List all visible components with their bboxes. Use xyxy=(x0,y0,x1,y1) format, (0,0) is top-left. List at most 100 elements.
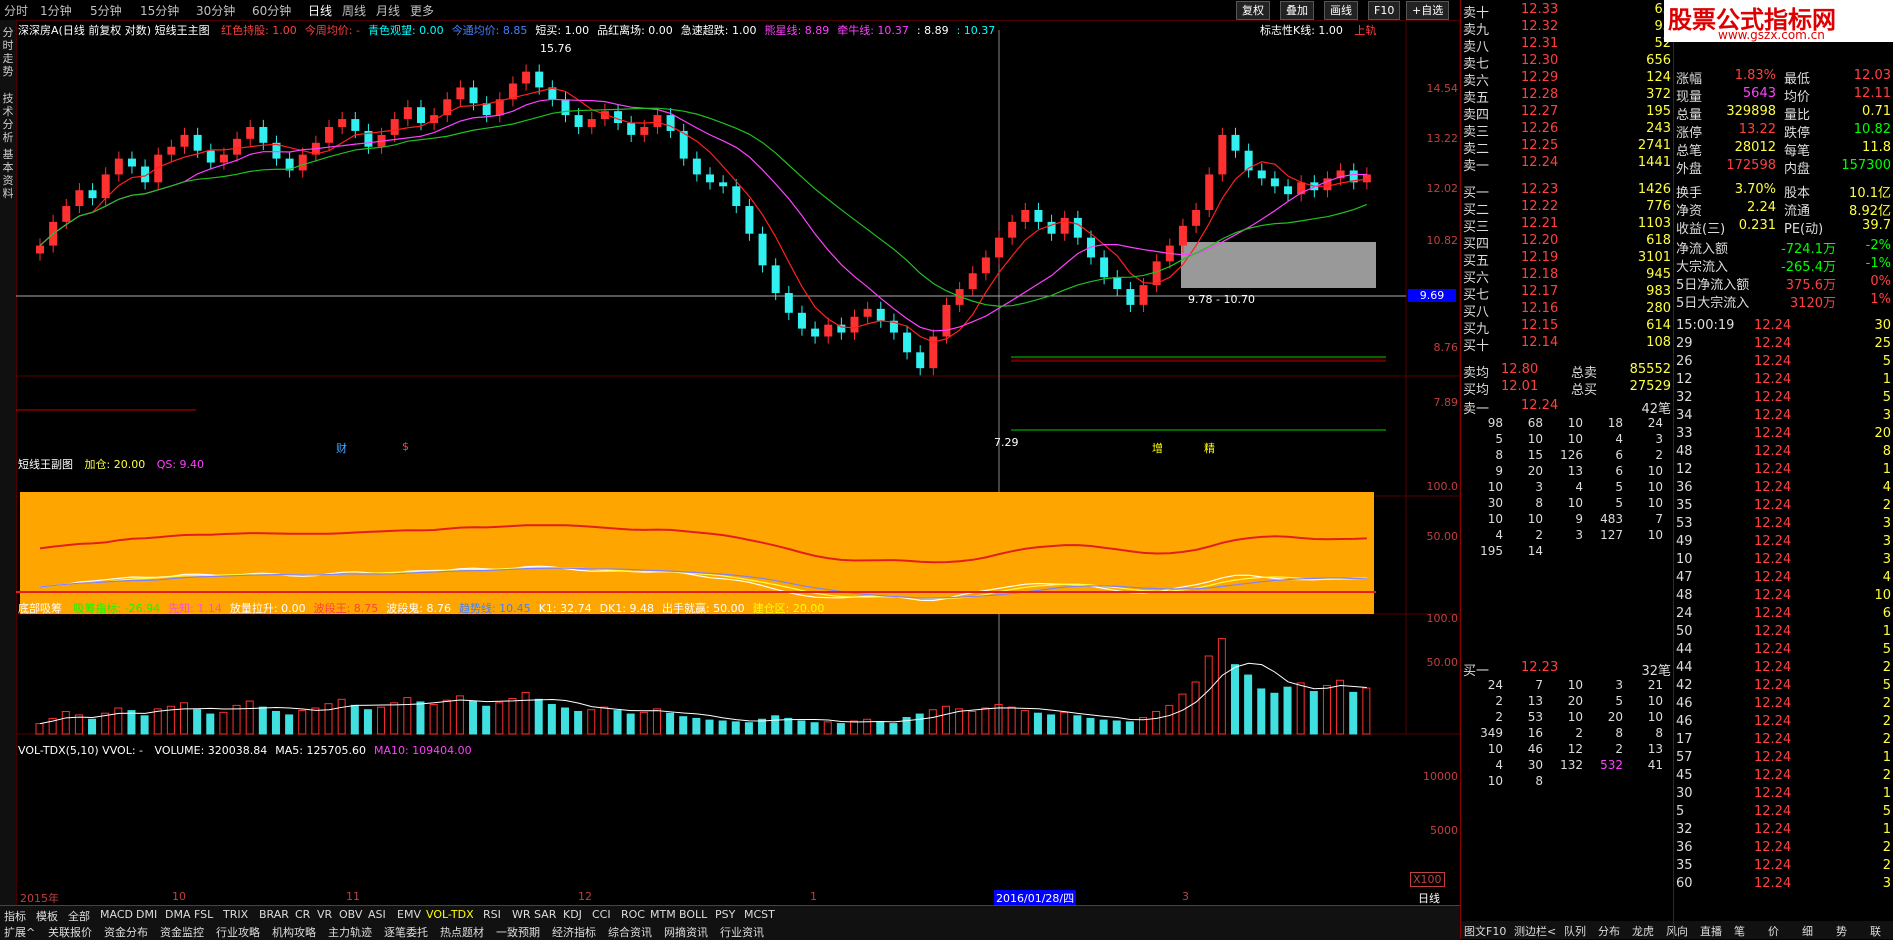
ask-volume: 2741 xyxy=(1637,138,1671,153)
tab-intraday[interactable]: 分时 xyxy=(4,2,28,19)
indicator-tab[interactable]: ROC xyxy=(621,908,645,921)
candle-body xyxy=(561,99,570,116)
add-watchlist-button[interactable]: +自选 xyxy=(1406,1,1450,20)
ask-level[interactable]: 卖九 12.32 93 xyxy=(1463,19,1671,38)
ask-level[interactable]: 卖十 12.33 65 xyxy=(1463,2,1671,21)
tab-more[interactable]: 更多 xyxy=(410,2,434,19)
info-tab[interactable]: 扩展^ xyxy=(4,924,35,940)
queue-order: 14 xyxy=(1527,544,1543,558)
info-tab[interactable]: 主力轨迹 xyxy=(328,924,372,940)
tab-60min[interactable]: 60分钟 xyxy=(252,2,291,19)
indicator-tab[interactable]: 全部 xyxy=(68,908,90,924)
bid-level[interactable]: 买四 12.20 618 xyxy=(1463,233,1671,252)
tab-daily[interactable]: 日线 xyxy=(308,2,332,19)
sub2-title[interactable]: 底部吸筹 xyxy=(18,602,62,615)
ask-level[interactable]: 卖三 12.26 243 xyxy=(1463,121,1671,140)
main-chart-title[interactable]: 深深房A(日线 前复权 对数) 短线王主图 xyxy=(18,24,210,37)
candle-body xyxy=(903,332,912,353)
overlay-button[interactable]: 叠加 xyxy=(1280,1,1314,20)
indicator-tab[interactable]: 模板 xyxy=(36,908,58,924)
tab-30min[interactable]: 30分钟 xyxy=(196,2,235,19)
indicator-tab[interactable]: KDJ xyxy=(563,908,582,921)
ask-level[interactable]: 卖六 12.29 124 xyxy=(1463,70,1671,89)
low-price-label: 7.29 xyxy=(994,436,1019,449)
indicator-tab[interactable]: CR xyxy=(295,908,310,921)
sub1-title[interactable]: 短线王副图 xyxy=(18,458,73,471)
chart-area[interactable] xyxy=(16,20,1460,905)
quote-row: 总量 329898 量比 0.71 xyxy=(1676,104,1891,123)
bid-level[interactable]: 买五 12.19 3101 xyxy=(1463,250,1671,269)
tab-weekly[interactable]: 周线 xyxy=(342,2,366,19)
indicator-tab[interactable]: SAR xyxy=(534,908,556,921)
indicator-tab[interactable]: CCI xyxy=(592,908,611,921)
indicator-tab[interactable]: FSL xyxy=(194,908,213,921)
volume-bar xyxy=(666,712,675,735)
tab-1min[interactable]: 1分钟 xyxy=(40,2,72,19)
ask-level[interactable]: 卖五 12.28 372 xyxy=(1463,87,1671,106)
indicator-tab[interactable]: VOL-TDX xyxy=(426,908,474,921)
indicator-tab[interactable]: OBV xyxy=(339,908,362,921)
info-tab[interactable]: 网摘资讯 xyxy=(664,924,708,940)
ask-level[interactable]: 卖一 12.24 1441 xyxy=(1463,155,1671,174)
indicator-tab[interactable]: MTM xyxy=(650,908,676,921)
info-tab[interactable]: 行业攻略 xyxy=(216,924,260,940)
info-tab[interactable]: 经济指标 xyxy=(552,924,596,940)
queue-order: 10 xyxy=(1647,528,1663,542)
indicator-tab[interactable]: BOLL xyxy=(679,908,707,921)
queue-order: 3 xyxy=(1615,678,1623,692)
f10-button[interactable]: F10 xyxy=(1368,1,1401,20)
indicator-tab[interactable]: MACD xyxy=(100,908,133,921)
tab-monthly[interactable]: 月线 xyxy=(376,2,400,19)
candle-body xyxy=(1270,178,1279,187)
draw-button[interactable]: 画线 xyxy=(1324,1,1358,20)
indicator-tab[interactable]: PSY xyxy=(715,908,735,921)
side-tab-technical[interactable]: 技术分析 xyxy=(1,92,15,144)
indicator-tab[interactable]: ASI xyxy=(368,908,386,921)
tick-row: 17 12.24 2 xyxy=(1676,732,1891,749)
indicator-tab[interactable]: MCST xyxy=(744,908,775,921)
bid-level[interactable]: 买八 12.16 280 xyxy=(1463,301,1671,320)
indicator-tab[interactable]: 指标 xyxy=(4,908,26,924)
bid-level[interactable]: 买六 12.18 945 xyxy=(1463,267,1671,286)
bid-level[interactable]: 买十 12.14 108 xyxy=(1463,335,1671,354)
info-tab[interactable]: 资金监控 xyxy=(160,924,204,940)
tab-5min[interactable]: 5分钟 xyxy=(90,2,122,19)
bid-level[interactable]: 买三 12.21 1103 xyxy=(1463,216,1671,235)
indicator-tab[interactable]: EMV xyxy=(397,908,421,921)
bid-level[interactable]: 买七 12.17 983 xyxy=(1463,284,1671,303)
info-tab[interactable]: 综合资讯 xyxy=(608,924,652,940)
quote-value: 39.7 xyxy=(1862,218,1891,233)
indicator-tab[interactable]: DMI xyxy=(136,908,157,921)
indicator-tab[interactable]: BRAR xyxy=(259,908,289,921)
tab-15min[interactable]: 15分钟 xyxy=(140,2,179,19)
volume-bar xyxy=(534,698,543,735)
info-tab[interactable]: 机构攻略 xyxy=(272,924,316,940)
quote-value: 12.03 xyxy=(1853,68,1891,83)
info-tab[interactable]: 热点题材 xyxy=(440,924,484,940)
flow-key: 5日大宗流入 xyxy=(1676,296,1750,311)
info-tab[interactable]: 一致预期 xyxy=(496,924,540,940)
indicator-tab[interactable]: VR xyxy=(317,908,332,921)
info-tab[interactable]: 资金分布 xyxy=(104,924,148,940)
ask-level[interactable]: 卖四 12.27 195 xyxy=(1463,104,1671,123)
tick-row: 12 12.24 1 xyxy=(1676,462,1891,479)
ask-level[interactable]: 卖八 12.31 52 xyxy=(1463,36,1671,55)
ask-level[interactable]: 卖二 12.25 2741 xyxy=(1463,138,1671,157)
adjust-button[interactable]: 复权 xyxy=(1236,1,1270,20)
info-tab[interactable]: 行业资讯 xyxy=(720,924,764,940)
bid-level[interactable]: 买九 12.15 614 xyxy=(1463,318,1671,337)
quote-row: 涨停 13.22 跌停 10.82 xyxy=(1676,122,1891,141)
info-tab[interactable]: 关联报价 xyxy=(48,924,92,940)
queue-order: 12 xyxy=(1567,742,1583,756)
indicator-tab[interactable]: WR xyxy=(512,908,531,921)
ask-level[interactable]: 卖七 12.30 656 xyxy=(1463,53,1671,72)
side-tab-intraday[interactable]: 分时走势 xyxy=(1,26,15,78)
indicator-tab[interactable]: RSI xyxy=(483,908,501,921)
side-tab-fundamental[interactable]: 基本资料 xyxy=(1,148,15,200)
indicator-tab[interactable]: DMA xyxy=(165,908,191,921)
indicator-tab[interactable]: TRIX xyxy=(223,908,248,921)
bid-level[interactable]: 买二 12.22 776 xyxy=(1463,199,1671,218)
volume-title[interactable]: VOL-TDX(5,10) VVOL: - xyxy=(18,744,143,757)
bid-level[interactable]: 买一 12.23 1426 xyxy=(1463,182,1671,201)
info-tab[interactable]: 逐笔委托 xyxy=(384,924,428,940)
